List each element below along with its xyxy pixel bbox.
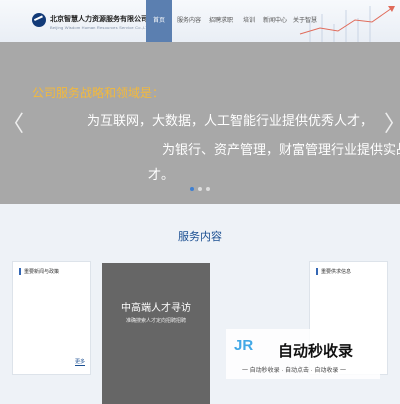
watermark-overlay: JR 自动秒收录 一 自动秒收录 · 自动点击 · 自动收录 一 bbox=[226, 329, 380, 379]
watermark-subtext: 一 自动秒收录 · 自动点击 · 自动收录 一 bbox=[242, 368, 346, 374]
carousel-prev-button[interactable]: 〈 bbox=[2, 106, 24, 138]
nav-item-services[interactable]: 服务内容 bbox=[176, 0, 202, 42]
news-policy-card: 重要新闻与政策 更多 bbox=[12, 261, 91, 375]
news-more-link[interactable]: 更多 bbox=[74, 358, 85, 366]
nav-item-home[interactable]: 首页 bbox=[146, 0, 172, 42]
watermark-logo: JR bbox=[234, 337, 254, 354]
feature-subtitle: 准确搜索人才定向招聘招聘 bbox=[125, 318, 186, 324]
nav-item-training[interactable]: 培训 bbox=[240, 0, 258, 42]
carousel-next-button[interactable]: 〉 bbox=[384, 106, 400, 138]
hero-line-4: 才。 bbox=[148, 167, 175, 182]
services-title: 服务内容 bbox=[178, 231, 222, 243]
nav-item-about[interactable]: 关于智慧 bbox=[292, 0, 318, 42]
site-header: 北京智慧人力资源服务有限公司 Beijing Wisdom Human Reso… bbox=[0, 0, 400, 42]
carousel-dot-2[interactable] bbox=[198, 187, 202, 191]
carousel-dot-3[interactable] bbox=[206, 187, 210, 191]
carousel-dot-1[interactable] bbox=[190, 187, 194, 191]
company-tagline: Beijing Wisdom Human Resources Service C… bbox=[50, 25, 152, 30]
supply-demand-card-title: 重要供求信息 bbox=[316, 268, 351, 275]
main-nav: 首页 服务内容 招聘求职 培训 新闻中心 关于智慧 bbox=[146, 0, 318, 42]
feature-title: 中高端人才寻访 bbox=[121, 303, 191, 314]
headhunting-feature-card[interactable]: 中高端人才寻访 准确搜索人才定向招聘招聘 bbox=[102, 263, 210, 404]
news-policy-card-title: 重要新闻与政策 bbox=[19, 268, 59, 275]
company-logo-icon[interactable] bbox=[32, 13, 46, 27]
nav-item-jobs[interactable]: 招聘求职 bbox=[208, 0, 234, 42]
company-name: 北京智慧人力资源服务有限公司 bbox=[50, 16, 148, 23]
hero-carousel: 公司服务战略和领域是： 为互联网，大数据，人工智能行业提供优秀人才， 为银行、资… bbox=[0, 42, 400, 204]
watermark-text: 自动秒收录 bbox=[278, 343, 354, 360]
hero-line-3: 为银行、资产管理，财富管理行业提供实战人 bbox=[162, 142, 400, 157]
hero-line-2: 为互联网，大数据，人工智能行业提供优秀人才， bbox=[87, 113, 374, 128]
nav-item-news[interactable]: 新闻中心 bbox=[262, 0, 288, 42]
hero-line-1: 公司服务战略和领域是： bbox=[32, 86, 165, 100]
carousel-dots bbox=[190, 187, 210, 191]
